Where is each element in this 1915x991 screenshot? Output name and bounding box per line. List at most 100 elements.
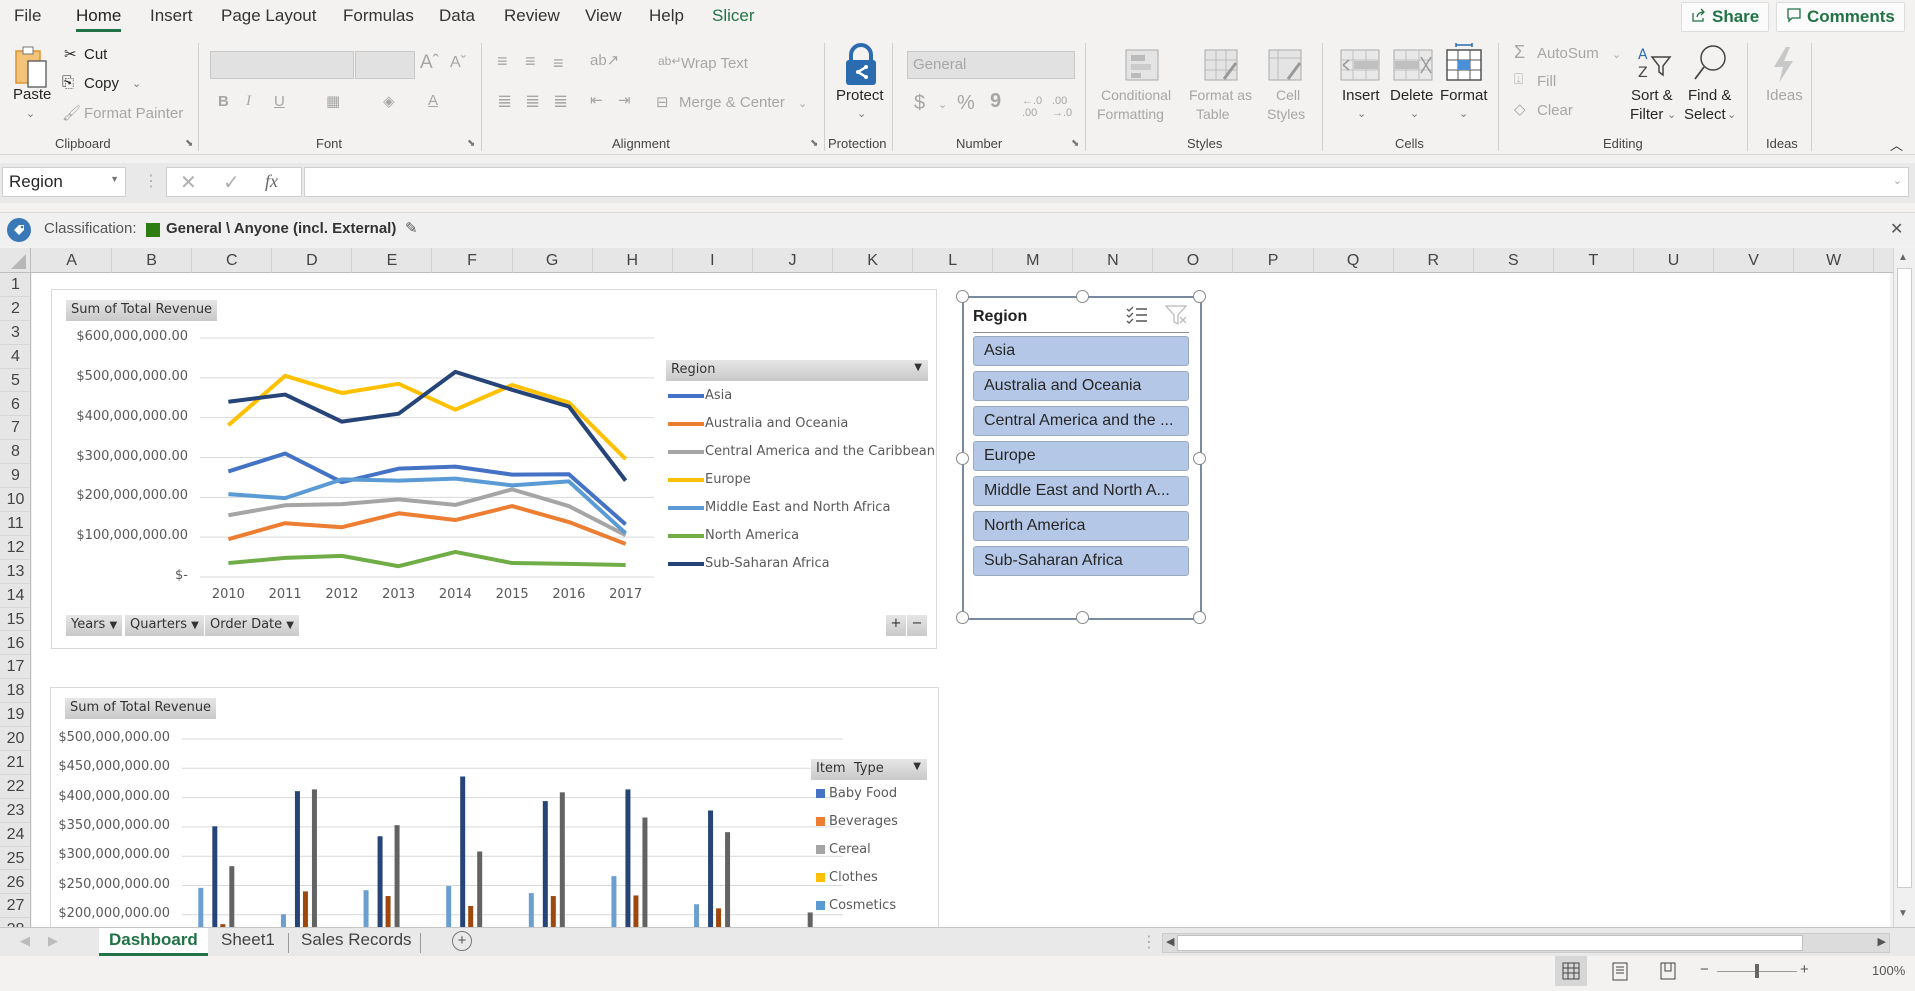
series-line-asia[interactable] (227, 451, 627, 526)
bar-cosmetics[interactable] (363, 890, 369, 927)
legend-item[interactable]: Central America and the Caribbean (668, 444, 935, 459)
row-header-11[interactable]: 11 (0, 512, 30, 536)
bar-dark-series[interactable] (542, 801, 548, 927)
clipboard-launcher[interactable]: ⬊ (185, 138, 193, 149)
bar-cosmetics[interactable] (694, 904, 700, 927)
align-right-icon[interactable]: ≣ (553, 91, 568, 112)
legend-item[interactable]: Middle East and North Africa (668, 500, 890, 515)
bar-gray-series[interactable] (559, 792, 565, 927)
column-header-l[interactable]: L (913, 248, 994, 273)
column-header-s[interactable]: S (1474, 248, 1554, 273)
bold-button[interactable]: B (218, 93, 229, 110)
slicer-item[interactable]: Sub-Saharan Africa (973, 546, 1189, 576)
scroll-tabs-right-icon[interactable]: ▶ (48, 933, 58, 949)
collapse-field-button[interactable]: − (907, 615, 927, 636)
series-line-australia-and-oceania[interactable] (227, 504, 627, 546)
legend-item[interactable]: Asia (668, 388, 732, 403)
font-color-icon[interactable]: A (428, 92, 438, 109)
page-break-view-button[interactable] (1652, 956, 1684, 986)
legend-field-button[interactable]: Item Type ▼ (811, 759, 927, 780)
scroll-tabs-left-icon[interactable]: ◀ (20, 933, 30, 949)
bar-dark-series[interactable] (708, 810, 714, 927)
add-sheet-button[interactable]: + (452, 931, 472, 951)
tab-home[interactable]: Home (76, 6, 122, 32)
legend-item[interactable]: Europe (668, 472, 751, 487)
format-cells-dropdown[interactable]: ⌄ (1459, 107, 1468, 120)
scroll-left-icon[interactable]: ◀ (1166, 935, 1174, 948)
column-header-a[interactable]: A (32, 248, 113, 273)
slicer-item[interactable]: Central America and the ... (973, 406, 1189, 436)
paste-button[interactable]: Paste (13, 86, 51, 103)
row-header-19[interactable]: 19 (0, 703, 30, 728)
legend-item[interactable]: Baby Food (816, 786, 897, 801)
sheet-tab-dashboard[interactable]: Dashboard (99, 928, 208, 956)
row-header-2[interactable]: 2 (0, 297, 30, 321)
font-name-select[interactable] (210, 51, 354, 79)
bar-gray-series[interactable] (229, 866, 235, 927)
row-header-16[interactable]: 16 (0, 632, 30, 656)
legend-item[interactable]: Australia and Oceania (668, 416, 848, 431)
format-painter-button[interactable]: Format Painter (84, 105, 183, 122)
comments-button[interactable]: Comments (1776, 2, 1905, 32)
formula-input[interactable]: ⌄ (304, 167, 1909, 197)
vertical-scroll-thumb[interactable] (1897, 268, 1912, 888)
resize-handle[interactable] (1076, 290, 1089, 303)
increase-decimal-icon[interactable]: ←.0.00 (1022, 95, 1042, 119)
protect-dropdown[interactable]: ⌄ (857, 107, 866, 120)
clear-filter-icon[interactable] (1164, 304, 1189, 331)
bar-dark-series[interactable] (212, 826, 218, 927)
bar-brown-series[interactable] (385, 896, 391, 927)
align-left-icon[interactable]: ≣ (497, 91, 512, 112)
column-header-b[interactable]: B (112, 248, 193, 273)
bar-cosmetics[interactable] (280, 914, 286, 927)
bar-dark-series[interactable] (625, 789, 631, 927)
row-header-27[interactable]: 27 (0, 894, 30, 919)
middle-align-icon[interactable]: ≡ (525, 51, 536, 72)
bar-brown-series[interactable] (716, 908, 722, 927)
column-header-k[interactable]: K (833, 248, 914, 273)
cancel-icon[interactable]: ✕ (180, 170, 197, 195)
row-header-3[interactable]: 3 (0, 321, 30, 345)
column-header-t[interactable]: T (1554, 248, 1634, 273)
currency-dropdown[interactable]: ⌄ (938, 98, 947, 111)
column-header-c[interactable]: C (192, 248, 273, 273)
tab-view[interactable]: View (585, 6, 622, 26)
sort-filter-dropdown[interactable]: ⌄ (1667, 108, 1676, 121)
row-header-9[interactable]: 9 (0, 464, 30, 489)
tab-review[interactable]: Review (504, 6, 560, 26)
row-header-1[interactable]: 1 (0, 273, 30, 297)
bar-brown-series[interactable] (302, 891, 308, 927)
legend-item[interactable]: Sub-Saharan Africa (668, 556, 830, 571)
tab-page-layout[interactable]: Page Layout (221, 6, 316, 26)
wrap-text-button[interactable]: Wrap Text (681, 55, 748, 72)
collapse-ribbon-icon[interactable]: ︿ (1890, 135, 1903, 154)
slicer-item[interactable]: North America (973, 511, 1189, 541)
column-header-u[interactable]: U (1634, 248, 1715, 273)
decrease-indent-icon[interactable]: ⇤ (590, 91, 603, 109)
row-header-21[interactable]: 21 (0, 751, 30, 775)
row-header-25[interactable]: 25 (0, 847, 30, 871)
row-header-28[interactable]: 28 (0, 918, 30, 927)
bar-cosmetics[interactable] (528, 893, 534, 927)
paste-dropdown[interactable]: ⌄ (26, 107, 35, 120)
region-slicer[interactable]: Region Asia Australia and Oceania Central … (956, 290, 1206, 624)
underline-button[interactable]: U (274, 93, 285, 110)
edit-classification-icon[interactable]: ✎ (405, 219, 418, 237)
comma-style-button[interactable]: 9 (990, 90, 1001, 113)
ideas-button[interactable]: Ideas (1766, 87, 1803, 104)
column-header-n[interactable]: N (1073, 248, 1154, 273)
bar-gray-series[interactable] (477, 851, 483, 927)
share-button[interactable]: Share (1681, 2, 1770, 32)
column-header-o[interactable]: O (1153, 248, 1234, 273)
axis-field-button-years[interactable]: Years ▼ (66, 615, 123, 636)
merge-dropdown[interactable]: ⌄ (798, 97, 807, 110)
tab-help[interactable]: Help (649, 6, 684, 26)
row-header-23[interactable]: 23 (0, 799, 30, 823)
bar-cosmetics[interactable] (446, 886, 452, 927)
line-chart[interactable]: Sum of Total Revenue $- $100,000,000.00 $2… (51, 289, 937, 649)
delete-cells-button[interactable]: Delete (1390, 87, 1433, 104)
bar-brown-series[interactable] (550, 896, 556, 927)
bottom-align-icon[interactable]: ≡ (553, 53, 564, 74)
column-header-p[interactable]: P (1234, 248, 1314, 273)
legend-item[interactable]: Cereal (816, 842, 871, 857)
